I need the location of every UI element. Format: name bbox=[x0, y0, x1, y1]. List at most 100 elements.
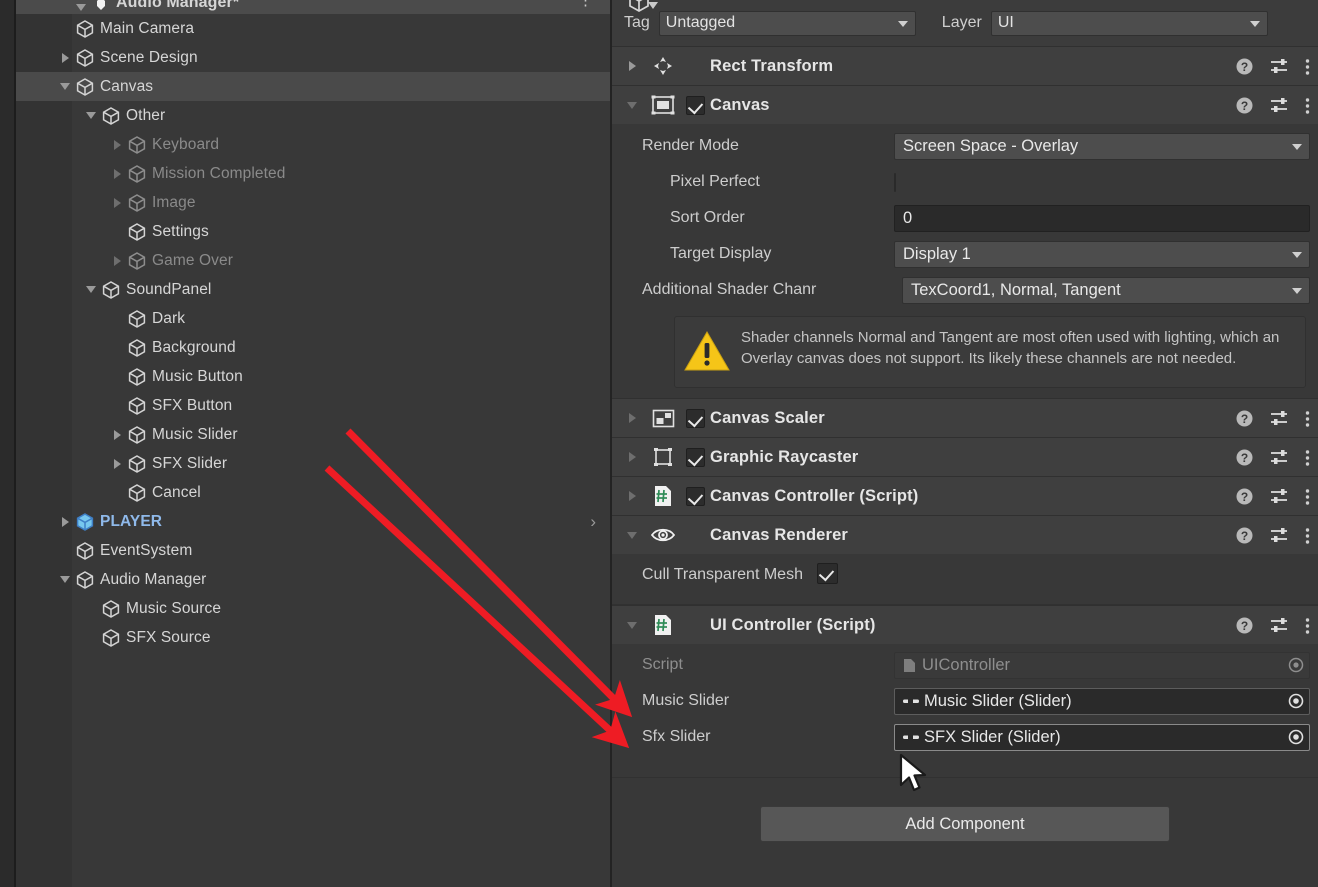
foldout-expanded-icon[interactable] bbox=[72, 0, 90, 14]
object-picker-icon bbox=[1288, 657, 1304, 673]
foldout-collapsed-icon[interactable] bbox=[108, 246, 126, 275]
hierarchy-item-main-camera[interactable]: Main Camera bbox=[16, 14, 610, 43]
chevron-right-icon[interactable]: › bbox=[590, 507, 596, 536]
ui-controller-properties[interactable]: Script UIController Music Slider Music S… bbox=[612, 644, 1318, 755]
kebab-menu-icon[interactable]: ⋮ bbox=[578, 0, 594, 9]
foldout-collapsed-icon[interactable] bbox=[108, 159, 126, 188]
property-target-display[interactable]: Target Display Display 1 bbox=[612, 236, 1318, 272]
component-header-actions[interactable]: ? bbox=[1235, 516, 1310, 555]
component-header-graphic-raycaster[interactable]: Graphic Raycaster ? bbox=[612, 437, 1318, 476]
component-header-canvas-scaler[interactable]: Canvas Scaler ? bbox=[612, 398, 1318, 437]
target-display-dropdown[interactable]: Display 1 bbox=[894, 240, 1310, 268]
gameobject-cube-icon bbox=[126, 309, 148, 329]
add-component-button[interactable]: Add Component bbox=[760, 806, 1170, 842]
hierarchy-item-image[interactable]: Image bbox=[16, 188, 610, 217]
property-cull-transparent-mesh[interactable]: Cull Transparent Mesh bbox=[612, 554, 1318, 596]
canvas-icon bbox=[646, 95, 680, 115]
hierarchy-item-game-over[interactable]: Game Over bbox=[16, 246, 610, 275]
gameobject-cube-icon bbox=[74, 570, 96, 590]
hierarchy-item-scene-design[interactable]: Scene Design bbox=[16, 43, 610, 72]
preset-icon bbox=[1271, 618, 1287, 632]
foldout-expanded-icon[interactable] bbox=[56, 72, 74, 101]
component-header-actions[interactable]: ? bbox=[1235, 477, 1310, 516]
component-header-canvas-renderer[interactable]: Canvas Renderer ? bbox=[612, 515, 1318, 554]
component-header-canvas[interactable]: Canvas ? bbox=[612, 85, 1318, 124]
hierarchy-tree[interactable]: Audio Manager* ⋮ Main Camera Scene Design Ca… bbox=[16, 0, 610, 652]
hierarchy-scene-row[interactable]: Audio Manager* ⋮ bbox=[16, 0, 610, 14]
component-header-rect-transform[interactable]: Rect Transform ? bbox=[612, 46, 1318, 85]
foldout-collapsed-icon[interactable] bbox=[618, 491, 646, 501]
canvas-scaler-enabled-checkbox[interactable] bbox=[680, 408, 710, 428]
foldout-collapsed-icon[interactable] bbox=[108, 420, 126, 449]
foldout-expanded-icon[interactable] bbox=[56, 565, 74, 594]
hierarchy-item-mission-completed[interactable]: Mission Completed bbox=[16, 159, 610, 188]
foldout-collapsed-icon[interactable] bbox=[108, 130, 126, 159]
foldout-collapsed-icon[interactable] bbox=[618, 452, 646, 462]
hierarchy-item-cancel[interactable]: Cancel bbox=[16, 478, 610, 507]
hierarchy-item-dark[interactable]: Dark bbox=[16, 304, 610, 333]
component-header-actions[interactable]: ? bbox=[1235, 399, 1310, 438]
property-render-mode[interactable]: Render Mode Screen Space - Overlay bbox=[612, 128, 1318, 164]
hierarchy-item-audio-manager[interactable]: Audio Manager bbox=[16, 565, 610, 594]
cull-transparent-mesh-checkbox[interactable] bbox=[816, 562, 838, 588]
hierarchy-panel[interactable]: Audio Manager* ⋮ Main Camera Scene Design Ca… bbox=[0, 0, 610, 887]
pixel-perfect-checkbox[interactable] bbox=[894, 172, 896, 192]
tag-value: Untagged bbox=[665, 14, 736, 31]
hierarchy-item-keyboard[interactable]: Keyboard bbox=[16, 130, 610, 159]
hierarchy-item-sfx-slider[interactable]: SFX Slider bbox=[16, 449, 610, 478]
script-icon bbox=[646, 614, 680, 636]
hierarchy-item-sfx-button[interactable]: SFX Button bbox=[16, 391, 610, 420]
foldout-collapsed-icon[interactable] bbox=[56, 43, 74, 72]
foldout-collapsed-icon[interactable] bbox=[618, 61, 646, 71]
property-sfx-slider[interactable]: Sfx Slider SFX Slider (Slider) bbox=[612, 719, 1318, 755]
hierarchy-item-eventsystem[interactable]: EventSystem bbox=[16, 536, 610, 565]
sfx-slider-objectfield[interactable]: SFX Slider (Slider) bbox=[894, 723, 1310, 751]
canvas-controller-enabled-checkbox[interactable] bbox=[680, 486, 710, 506]
foldout-expanded-icon[interactable] bbox=[618, 621, 646, 629]
sort-order-input[interactable]: 0 bbox=[894, 204, 1310, 232]
property-additional-shader-channels[interactable]: Additional Shader Chanr TexCoord1, Norma… bbox=[612, 272, 1318, 308]
hierarchy-item-music-slider[interactable]: Music Slider bbox=[16, 420, 610, 449]
layer-dropdown[interactable]: UI bbox=[990, 10, 1268, 36]
object-picker-icon[interactable] bbox=[1288, 693, 1304, 709]
hierarchy-item-background[interactable]: Background bbox=[16, 333, 610, 362]
hierarchy-item-label: EventSystem bbox=[100, 541, 193, 559]
foldout-expanded-icon[interactable] bbox=[82, 275, 100, 304]
foldout-expanded-icon[interactable] bbox=[82, 101, 100, 130]
tag-layer-row[interactable]: Tag Untagged Layer UI bbox=[612, 0, 1318, 46]
component-header-actions[interactable]: ? bbox=[1235, 47, 1310, 86]
component-header-actions[interactable]: ? bbox=[1235, 606, 1310, 645]
hierarchy-item-music-source[interactable]: Music Source bbox=[16, 594, 610, 623]
music-slider-objectfield[interactable]: Music Slider (Slider) bbox=[894, 687, 1310, 715]
property-pixel-perfect[interactable]: Pixel Perfect bbox=[612, 164, 1318, 200]
component-header-canvas-controller[interactable]: Canvas Controller (Script) ? bbox=[612, 476, 1318, 515]
render-mode-dropdown[interactable]: Screen Space - Overlay bbox=[894, 132, 1310, 160]
canvas-properties[interactable]: Render Mode Screen Space - Overlay Pixel… bbox=[612, 124, 1318, 388]
tag-dropdown[interactable]: Untagged bbox=[658, 10, 916, 36]
hierarchy-item-music-button[interactable]: Music Button bbox=[16, 362, 610, 391]
hierarchy-item-label: Game Over bbox=[152, 251, 234, 269]
inspector-panel[interactable]: Tag Untagged Layer UI Rect Transform ? C… bbox=[610, 0, 1318, 887]
foldout-expanded-icon[interactable] bbox=[618, 101, 646, 109]
foldout-collapsed-icon[interactable] bbox=[108, 188, 126, 217]
hierarchy-item-canvas[interactable]: Canvas bbox=[16, 72, 610, 101]
foldout-collapsed-icon[interactable] bbox=[108, 449, 126, 478]
hierarchy-item-settings[interactable]: Settings bbox=[16, 217, 610, 246]
object-picker-icon[interactable] bbox=[1288, 729, 1304, 745]
component-name: UI Controller (Script) bbox=[710, 615, 876, 634]
component-header-ui-controller[interactable]: UI Controller (Script) ? bbox=[612, 605, 1318, 644]
hierarchy-item-player[interactable]: PLAYER › bbox=[16, 507, 610, 536]
hierarchy-item-other[interactable]: Other bbox=[16, 101, 610, 130]
hierarchy-item-soundpanel[interactable]: SoundPanel bbox=[16, 275, 610, 304]
foldout-collapsed-icon[interactable] bbox=[56, 507, 74, 536]
property-music-slider[interactable]: Music Slider Music Slider (Slider) bbox=[612, 683, 1318, 719]
additional-shader-channels-dropdown[interactable]: TexCoord1, Normal, Tangent bbox=[902, 276, 1310, 304]
component-header-actions[interactable]: ? bbox=[1235, 86, 1310, 125]
component-header-actions[interactable]: ? bbox=[1235, 438, 1310, 477]
canvas-enabled-checkbox[interactable] bbox=[680, 95, 710, 115]
property-sort-order[interactable]: Sort Order 0 bbox=[612, 200, 1318, 236]
hierarchy-item-sfx-source[interactable]: SFX Source bbox=[16, 623, 610, 652]
foldout-expanded-icon[interactable] bbox=[618, 531, 646, 539]
foldout-collapsed-icon[interactable] bbox=[618, 413, 646, 423]
graphic-raycaster-enabled-checkbox[interactable] bbox=[680, 447, 710, 467]
